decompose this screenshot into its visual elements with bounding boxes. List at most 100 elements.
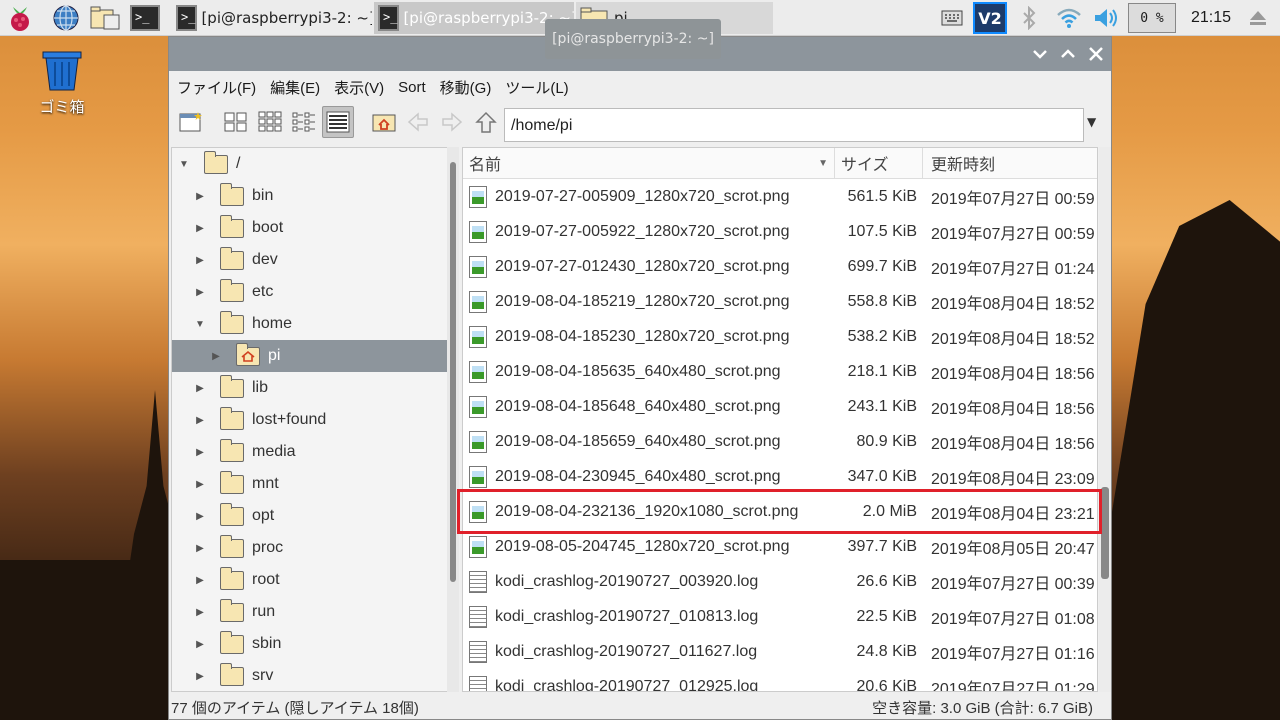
menu-edit[interactable]: 編集(E) [270,77,320,98]
file-row[interactable]: 2019-08-05-204745_1280x720_scrot.png 397.… [463,529,1097,564]
eject-icon[interactable] [1246,0,1270,36]
path-bar[interactable]: /home/pi [504,108,1084,142]
thumbnail-view-button[interactable] [254,106,286,138]
expander-closed-icon[interactable]: ▶ [194,607,206,618]
terminal-launcher-icon[interactable]: >_ [130,3,160,33]
tree-item-pi[interactable]: ▶ pi [172,340,458,372]
expander-closed-icon[interactable]: ▶ [194,447,206,458]
file-row[interactable]: kodi_crashlog-20190727_011627.log 24.8 Ki… [463,634,1097,669]
tree-item-lib[interactable]: ▶ lib [172,372,458,404]
parent-folder-button[interactable] [470,106,502,138]
back-button[interactable] [402,106,434,138]
menu-view[interactable]: 表示(V) [334,77,384,98]
task-terminal-1[interactable]: >_ [pi@raspberrypi3-2: ~] [172,2,372,34]
image-file-icon [469,185,487,208]
file-row[interactable]: kodi_crashlog-20190727_012925.log 20.6 Ki… [463,669,1097,692]
file-list-scrollbar[interactable] [1099,147,1111,692]
clock[interactable]: 21:15 [1186,0,1236,36]
file-row[interactable]: 2019-07-27-012430_1280x720_scrot.png 699.… [463,249,1097,284]
expander-closed-icon[interactable]: ▶ [194,511,206,522]
wifi-icon[interactable] [1055,0,1083,36]
tree-scrollbar-thumb[interactable] [450,162,456,582]
tree-item-mnt[interactable]: ▶ mnt [172,468,458,500]
menu-file[interactable]: ファイル(F) [177,77,256,98]
expander-closed-icon[interactable]: ▶ [194,575,206,586]
expander-closed-icon[interactable]: ▶ [194,287,206,298]
file-name: 2019-08-04-230945_640x480_scrot.png [495,467,781,485]
tree-item-root-dir[interactable]: ▼ / [172,148,458,180]
expander-closed-icon[interactable]: ▶ [210,351,222,362]
file-size: 397.7 KiB [847,537,917,555]
file-row[interactable]: kodi_crashlog-20190727_003920.log 26.6 Ki… [463,564,1097,599]
tree-item-srv[interactable]: ▶ srv [172,660,458,691]
tree-item-lost-found[interactable]: ▶ lost+found [172,404,458,436]
file-size: 20.6 KiB [856,677,917,692]
column-modified-header[interactable]: 更新時刻 [923,148,1097,178]
column-name-header[interactable]: 名前 ▼ [463,148,835,178]
file-size: 558.8 KiB [847,292,917,310]
taskbar-tooltip: [pi@raspberrypi3-2: ~] [545,19,721,59]
tree-item-dev[interactable]: ▶ dev [172,244,458,276]
file-row[interactable]: 2019-08-04-185219_1280x720_scrot.png 558.… [463,284,1097,319]
tree-item-proc[interactable]: ▶ proc [172,532,458,564]
expander-closed-icon[interactable]: ▶ [194,255,206,266]
tree-item-etc[interactable]: ▶ etc [172,276,458,308]
new-window-button[interactable] [175,106,207,138]
tree-item-media[interactable]: ▶ media [172,436,458,468]
file-row[interactable]: 2019-08-04-185635_640x480_scrot.png 218.1… [463,354,1097,389]
column-size-header[interactable]: サイズ [835,148,923,178]
tree-item-bin[interactable]: ▶ bin [172,180,458,212]
file-row[interactable]: 2019-07-27-005922_1280x720_scrot.png 107.… [463,214,1097,249]
icon-view-button[interactable] [220,106,252,138]
detailed-list-view-button[interactable] [322,106,354,138]
tree-item-home[interactable]: ▼ home [172,308,458,340]
compact-view-button[interactable] [288,106,320,138]
file-row[interactable]: kodi_crashlog-20190727_010813.log 22.5 Ki… [463,599,1097,634]
expander-closed-icon[interactable]: ▶ [194,191,206,202]
minimize-button[interactable] [1027,41,1053,67]
maximize-button[interactable] [1055,41,1081,67]
expander-closed-icon[interactable]: ▶ [194,415,206,426]
file-row[interactable]: 2019-08-04-185648_640x480_scrot.png 243.1… [463,389,1097,424]
bluetooth-icon[interactable] [1018,0,1040,36]
file-manager-icon[interactable] [90,3,120,33]
menu-sort[interactable]: Sort [398,79,426,96]
expander-closed-icon[interactable]: ▶ [194,543,206,554]
expander-closed-icon[interactable]: ▶ [194,639,206,650]
expander-open-icon[interactable]: ▼ [178,159,190,170]
file-row[interactable]: 2019-08-04-185230_1280x720_scrot.png 538.… [463,319,1097,354]
forward-button[interactable] [436,106,468,138]
tree-item-opt[interactable]: ▶ opt [172,500,458,532]
menu-go[interactable]: 移動(G) [440,77,492,98]
icon-view-icon [224,112,247,132]
tree-item-label: pi [268,347,281,364]
close-button[interactable] [1083,41,1109,67]
raspberry-menu-icon[interactable] [5,3,35,33]
expander-closed-icon[interactable]: ▶ [194,671,206,682]
tree-item-label: lib [252,379,269,396]
expander-closed-icon[interactable]: ▶ [194,223,206,234]
trash-desktop-icon[interactable]: ゴミ箱 [30,50,94,117]
menu-tools[interactable]: ツール(L) [505,77,568,98]
task-terminal-2[interactable]: >_ [pi@raspberrypi3-2: ~] [374,2,574,34]
file-name-cell: 2019-08-04-185648_640x480_scrot.png [463,395,835,418]
tree-item-sbin[interactable]: ▶ sbin [172,628,458,660]
web-browser-icon[interactable] [51,3,81,33]
expander-closed-icon[interactable]: ▶ [194,383,206,394]
tree-item-boot[interactable]: ▶ boot [172,212,458,244]
chevron-down-icon[interactable]: ▼ [1087,115,1096,129]
tree-item-label: dev [252,251,278,268]
tree-item-run[interactable]: ▶ run [172,596,458,628]
tree-item-root[interactable]: ▶ root [172,564,458,596]
file-row[interactable]: 2019-08-04-185659_640x480_scrot.png 80.9 … [463,424,1097,459]
file-row[interactable]: 2019-07-27-005909_1280x720_scrot.png 561.… [463,179,1097,214]
image-file-icon [469,430,487,453]
file-list-scrollbar-thumb[interactable] [1101,487,1109,579]
tree-item-label: mnt [252,475,279,492]
vnc-icon[interactable]: V2 [972,0,1008,36]
keyboard-icon[interactable] [938,0,966,36]
home-button[interactable] [368,106,400,138]
volume-icon[interactable] [1092,0,1122,36]
expander-closed-icon[interactable]: ▶ [194,479,206,490]
expander-open-icon[interactable]: ▼ [194,319,206,330]
